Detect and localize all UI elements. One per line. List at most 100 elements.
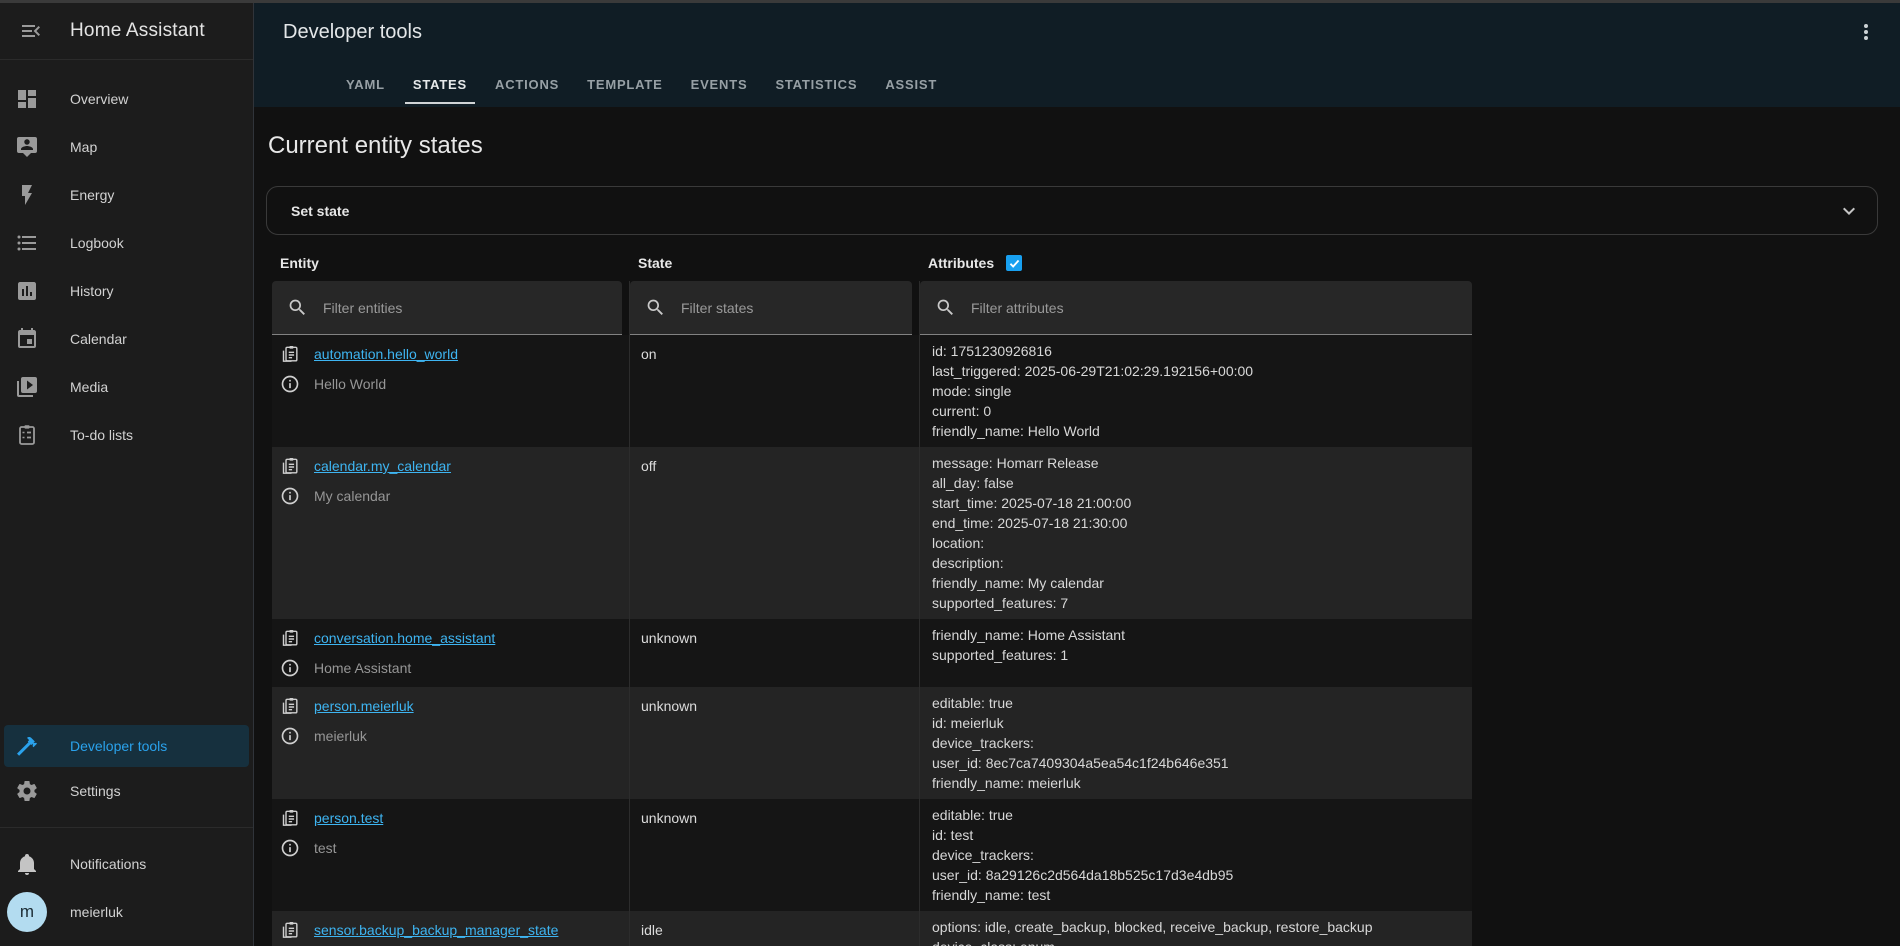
list-bulleted-icon: [15, 231, 39, 255]
play-box-multiple-icon: [15, 375, 39, 399]
copy-entity-id-icon[interactable]: [280, 456, 300, 476]
attributes-cell: editable: true id: test device_trackers:…: [920, 799, 1472, 911]
app-header: Developer tools YAML STATES ACTIONS TEMP…: [254, 0, 1900, 107]
attribute-line: supported_features: 7: [932, 593, 1460, 613]
search-icon: [287, 297, 308, 318]
sidebar-item-logbook[interactable]: Logbook: [0, 219, 253, 267]
sidebar-item-developer-tools[interactable]: Developer tools: [4, 725, 249, 767]
filter-states-input[interactable]: [679, 299, 893, 317]
sidebar-item-notifications[interactable]: Notifications: [0, 840, 253, 888]
attribute-line: id: meierluk: [932, 713, 1460, 733]
state-cell: on: [630, 335, 920, 447]
sidebar-spacer: [0, 459, 253, 725]
set-state-label: Set state: [291, 203, 349, 219]
set-state-expansion-panel[interactable]: Set state: [266, 186, 1878, 235]
attribute-line: friendly_name: Home Assistant: [932, 625, 1460, 645]
tab-yaml[interactable]: YAML: [332, 61, 399, 107]
sidebar-item-overview[interactable]: Overview: [0, 75, 253, 123]
info-icon[interactable]: [280, 726, 300, 746]
table-row: conversation.home_assistant Home Assista…: [272, 619, 1472, 687]
sidebar-item-settings[interactable]: Settings: [0, 767, 253, 815]
attribute-line: device_class: enum: [932, 937, 1460, 946]
sidebar-item-calendar[interactable]: Calendar: [0, 315, 253, 363]
sidebar-item-media[interactable]: Media: [0, 363, 253, 411]
sidebar-item-user-profile[interactable]: m meierluk: [0, 888, 253, 936]
attribute-line: location:: [932, 533, 1460, 553]
tab-assist[interactable]: ASSIST: [871, 61, 951, 107]
copy-entity-id-icon[interactable]: [280, 344, 300, 364]
sidebar-item-label: History: [70, 283, 114, 299]
column-header-attributes: Attributes: [920, 255, 1472, 271]
info-icon[interactable]: [280, 374, 300, 394]
avatar: m: [7, 892, 47, 932]
column-header-entity: Entity: [272, 255, 630, 271]
entity-cell: sensor.backup_backup_manager_state Backu…: [272, 911, 630, 946]
copy-entity-id-icon[interactable]: [280, 808, 300, 828]
attribute-line: id: 1751230926816: [932, 341, 1460, 361]
sidebar-item-energy[interactable]: Energy: [0, 171, 253, 219]
attribute-line: end_time: 2025-07-18 21:30:00: [932, 513, 1460, 533]
copy-entity-id-icon[interactable]: [280, 920, 300, 940]
attribute-line: friendly_name: meierluk: [932, 773, 1460, 793]
attribute-line: id: test: [932, 825, 1460, 845]
checkmark-icon: [1008, 257, 1021, 270]
chevron-down-icon: [1837, 199, 1861, 223]
table-row: person.test test unknown editable: true …: [272, 799, 1472, 911]
entity-link[interactable]: automation.hello_world: [314, 346, 458, 362]
attributes-checkbox[interactable]: [1006, 255, 1022, 271]
entity-friendly-name: Hello World: [314, 376, 386, 392]
info-icon[interactable]: [280, 486, 300, 506]
tab-statistics[interactable]: STATISTICS: [761, 61, 871, 107]
info-icon[interactable]: [280, 658, 300, 678]
sidebar-item-label: Notifications: [70, 856, 146, 872]
gear-icon: [15, 779, 39, 803]
entity-link[interactable]: person.test: [314, 810, 383, 826]
state-cell: unknown: [630, 687, 920, 799]
tab-events[interactable]: EVENTS: [677, 61, 762, 107]
sidebar-item-label: Settings: [70, 783, 121, 799]
entity-link[interactable]: sensor.backup_backup_manager_state: [314, 922, 558, 938]
column-header-state: State: [630, 255, 920, 271]
filter-entities-input[interactable]: [321, 299, 589, 317]
attributes-cell: options: idle, create_backup, blocked, r…: [920, 911, 1472, 946]
attribute-line: message: Homarr Release: [932, 453, 1460, 473]
section-heading: Current entity states: [268, 129, 1878, 162]
sidebar-item-label: Media: [70, 379, 108, 395]
hammer-icon: [15, 734, 39, 758]
copy-entity-id-icon[interactable]: [280, 628, 300, 648]
entity-link[interactable]: conversation.home_assistant: [314, 630, 495, 646]
sidebar-divider: [0, 827, 253, 828]
entity-link[interactable]: person.meierluk: [314, 698, 414, 714]
sidebar-item-map[interactable]: Map: [0, 123, 253, 171]
state-cell: unknown: [630, 619, 920, 687]
sidebar-item-history[interactable]: History: [0, 267, 253, 315]
entity-states-table: Entity State Attributes: [272, 255, 1472, 946]
attribute-line: description:: [932, 553, 1460, 573]
attributes-cell: id: 1751230926816 last_triggered: 2025-0…: [920, 335, 1472, 447]
clipboard-list-icon: [15, 423, 39, 447]
tab-actions[interactable]: ACTIONS: [481, 61, 573, 107]
home-assistant-app: Home Assistant Overview Map Energy Logbo…: [0, 0, 1900, 946]
entity-friendly-name: meierluk: [314, 728, 367, 744]
entity-link[interactable]: calendar.my_calendar: [314, 458, 451, 474]
attribute-line: device_trackers:: [932, 845, 1460, 865]
state-cell: off: [630, 447, 920, 619]
sidebar: Home Assistant Overview Map Energy Logbo…: [0, 0, 254, 946]
filter-attributes-input[interactable]: [969, 299, 1399, 317]
sidebar-header: Home Assistant: [0, 3, 253, 60]
filter-row: [272, 281, 1472, 335]
sidebar-toggle-icon[interactable]: [19, 19, 43, 43]
tab-template[interactable]: TEMPLATE: [573, 61, 677, 107]
state-filter-cell: [630, 281, 920, 335]
attributes-cell: editable: true id: meierluk device_track…: [920, 687, 1472, 799]
sidebar-bottom: Developer tools Settings Notifications m…: [0, 725, 253, 946]
chart-box-icon: [15, 279, 39, 303]
copy-entity-id-icon[interactable]: [280, 696, 300, 716]
info-icon[interactable]: [280, 838, 300, 858]
table-row: sensor.backup_backup_manager_state Backu…: [272, 911, 1472, 946]
overflow-menu-icon[interactable]: [1854, 20, 1878, 44]
sidebar-item-todo-lists[interactable]: To-do lists: [0, 411, 253, 459]
entity-cell: person.meierluk meierluk: [272, 687, 630, 799]
tab-states[interactable]: STATES: [399, 61, 481, 107]
sidebar-item-label: Developer tools: [70, 738, 167, 754]
